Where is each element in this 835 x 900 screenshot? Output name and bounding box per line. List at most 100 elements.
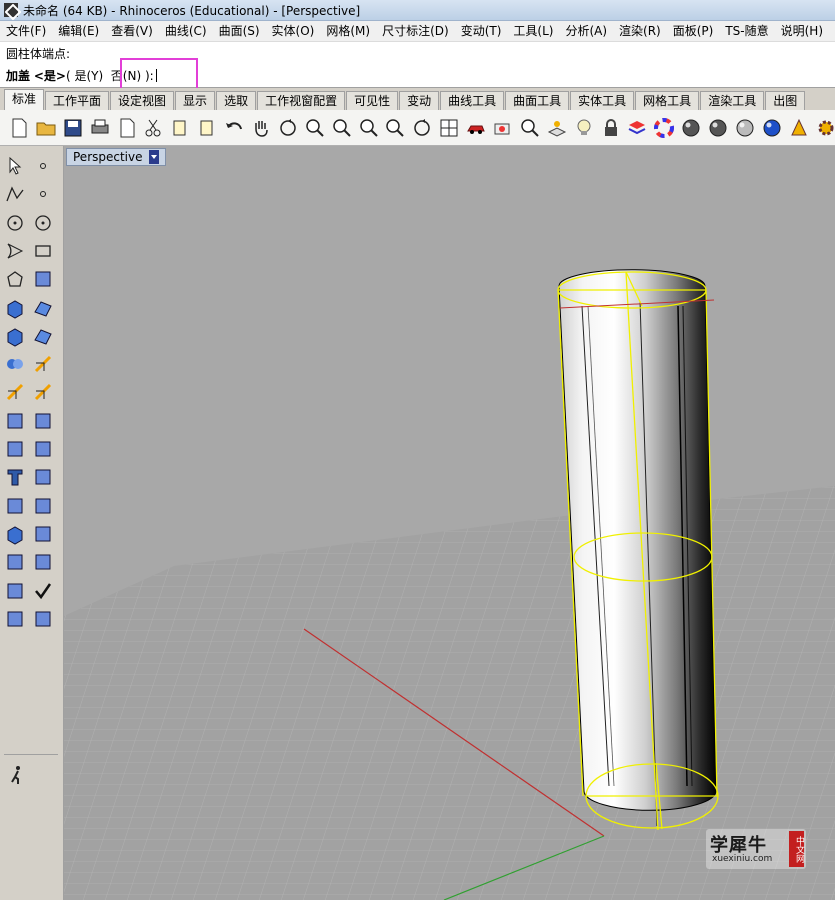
explode-icon[interactable] <box>31 352 55 376</box>
offset-curve-icon[interactable] <box>3 437 27 461</box>
menu-item[interactable]: 说明(H) <box>775 21 829 42</box>
car-icon[interactable] <box>465 116 487 140</box>
group-icon[interactable] <box>3 409 27 433</box>
zoom-dynamic-icon[interactable] <box>331 116 353 140</box>
fillet-curve-icon[interactable] <box>31 267 55 291</box>
menu-item[interactable]: 曲面(S) <box>213 21 266 42</box>
menu-item[interactable]: 工具(L) <box>507 21 559 42</box>
grid-array-icon[interactable] <box>3 550 27 574</box>
open-folder-icon[interactable] <box>35 116 57 140</box>
copy-icon[interactable] <box>169 116 191 140</box>
blend-curve-icon[interactable] <box>31 437 55 461</box>
pan-hand-icon[interactable] <box>250 116 272 140</box>
cut-icon[interactable] <box>142 116 164 140</box>
toolbar-tab[interactable]: 标准 <box>4 89 45 110</box>
toolbar-tab[interactable]: 网格工具 <box>635 91 700 110</box>
surface-patch-icon[interactable] <box>31 324 55 348</box>
menu-item[interactable]: 查看(V) <box>105 21 159 42</box>
menu-item[interactable]: 曲线(C) <box>159 21 213 42</box>
print-icon[interactable] <box>89 116 111 140</box>
toolbar-tab[interactable]: 显示 <box>175 91 216 110</box>
ghosted-sphere-icon[interactable] <box>734 116 756 140</box>
menu-item[interactable]: 文件(F) <box>0 21 52 42</box>
cylinder-object[interactable] <box>558 269 717 827</box>
walk-icon[interactable] <box>5 763 29 787</box>
toolbar-tab[interactable]: 变动 <box>399 91 440 110</box>
scale-icon[interactable] <box>31 465 55 489</box>
prompt-options[interactable]: ( 是(Y) 否(N) ): <box>66 67 154 84</box>
zoom-window-icon[interactable] <box>304 116 326 140</box>
cylinder-solid-icon[interactable] <box>3 324 27 348</box>
cone-icon[interactable] <box>788 116 810 140</box>
toolbar-tab[interactable]: 出图 <box>765 91 806 110</box>
rendered-sphere-icon[interactable] <box>707 116 729 140</box>
target-icon[interactable] <box>519 116 541 140</box>
menu-item[interactable]: 实体(O) <box>266 21 321 42</box>
toolbar-tab[interactable]: 选取 <box>216 91 257 110</box>
menu-item[interactable]: 尺寸标注(D) <box>376 21 455 42</box>
rectangle-icon[interactable] <box>31 239 55 263</box>
render-icon[interactable] <box>31 607 55 631</box>
array-icon[interactable] <box>3 494 27 518</box>
cplane-icon[interactable] <box>546 116 568 140</box>
menu-item[interactable]: 面板(P) <box>667 21 720 42</box>
layer-stack-icon[interactable] <box>626 116 648 140</box>
toolbar-tab[interactable]: 实体工具 <box>570 91 635 110</box>
shade-icon[interactable] <box>3 607 27 631</box>
new-file-icon[interactable] <box>8 116 30 140</box>
toolbar-tab[interactable]: 渲染工具 <box>700 91 765 110</box>
zoom-extents-icon[interactable] <box>358 116 380 140</box>
menu-item[interactable]: 渲染(R) <box>613 21 667 42</box>
toolbar-tab[interactable]: 设定视图 <box>110 91 175 110</box>
arc-icon[interactable] <box>3 239 27 263</box>
ellipse-icon[interactable] <box>31 211 55 235</box>
select-arrow-icon[interactable] <box>3 154 27 178</box>
four-viewports-icon[interactable] <box>438 116 460 140</box>
check-icon[interactable] <box>31 579 55 603</box>
box-solid-icon[interactable] <box>3 296 27 320</box>
viewport-title-tab[interactable]: Perspective <box>66 148 166 166</box>
viewport-scene[interactable] <box>64 146 835 900</box>
menu-item[interactable]: TS-随意 <box>719 21 774 42</box>
orient-icon[interactable] <box>31 494 55 518</box>
loft-surface-icon[interactable] <box>31 296 55 320</box>
blue-sphere-icon[interactable] <box>761 116 783 140</box>
color-wheel-icon[interactable] <box>653 116 675 140</box>
circle-icon[interactable] <box>3 211 27 235</box>
rotate-camera-icon[interactable] <box>411 116 433 140</box>
toolbar-tab[interactable]: 可见性 <box>346 91 399 110</box>
boolean-icon[interactable] <box>3 352 27 376</box>
viewport-dropdown-icon[interactable] <box>148 150 159 164</box>
polygon-icon[interactable] <box>3 267 27 291</box>
toolbar-tab[interactable]: 曲面工具 <box>505 91 570 110</box>
ungroup-icon[interactable] <box>31 409 55 433</box>
gear-icon[interactable] <box>815 116 835 140</box>
text-icon[interactable] <box>3 465 27 489</box>
distance-icon[interactable] <box>31 550 55 574</box>
bulb-icon[interactable] <box>573 116 595 140</box>
command-prompt[interactable]: 加盖 <是>( 是(Y) 否(N) ): <box>6 67 157 84</box>
dimension-icon[interactable] <box>31 522 55 546</box>
split-icon[interactable] <box>31 380 55 404</box>
menu-item[interactable]: 分析(A) <box>559 21 613 42</box>
save-icon[interactable] <box>62 116 84 140</box>
gumball-icon[interactable] <box>3 579 27 603</box>
camera-icon[interactable] <box>492 116 514 140</box>
import-icon[interactable] <box>116 116 138 140</box>
polyline-icon[interactable] <box>3 182 27 206</box>
lock-icon[interactable] <box>600 116 622 140</box>
toolbar-tab[interactable]: 曲线工具 <box>440 91 505 110</box>
menu-item[interactable]: 变动(T) <box>455 21 508 42</box>
shaded-sphere-icon[interactable] <box>680 116 702 140</box>
box-edit-icon[interactable] <box>3 522 27 546</box>
menu-item[interactable]: 编辑(E) <box>52 21 105 42</box>
zoom-selected-icon[interactable] <box>384 116 406 140</box>
menu-item[interactable]: 网格(M) <box>320 21 376 42</box>
undo-icon[interactable] <box>223 116 245 140</box>
perspective-viewport[interactable]: Perspective 学犀牛 xuexiniu.com 中文网 <box>64 146 835 900</box>
paste-icon[interactable] <box>196 116 218 140</box>
curve-points-icon[interactable] <box>31 182 55 206</box>
point-icon[interactable] <box>31 154 55 178</box>
toolbar-tab[interactable]: 工作平面 <box>45 91 110 110</box>
toolbar-tab[interactable]: 工作视窗配置 <box>257 91 346 110</box>
